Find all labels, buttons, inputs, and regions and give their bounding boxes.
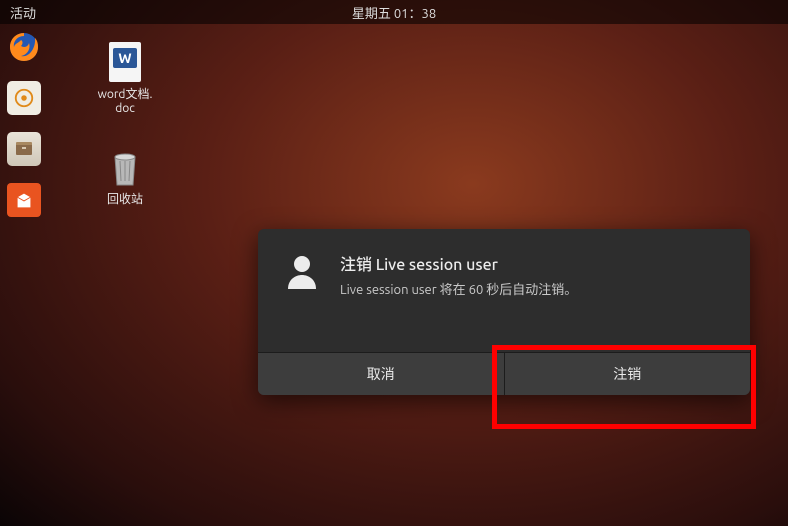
dock xyxy=(4,30,44,217)
dock-software-icon[interactable] xyxy=(7,183,41,217)
user-icon xyxy=(282,251,322,291)
svg-text:W: W xyxy=(118,50,131,66)
logout-button[interactable]: 注销 xyxy=(504,353,751,395)
dock-files-icon[interactable] xyxy=(7,132,41,166)
desktop-icon-word-doc[interactable]: W word文档. doc xyxy=(85,40,165,117)
dialog-body: 注销 Live session user Live session user 将… xyxy=(258,229,750,352)
desktop-icon-label: 回收站 xyxy=(107,193,143,207)
desktop-icons: W word文档. doc 回收站 xyxy=(85,40,165,207)
clock[interactable]: 星期五 01：38 xyxy=(352,3,436,22)
trash-icon xyxy=(105,145,145,189)
desktop-icon-trash[interactable]: 回收站 xyxy=(85,145,165,207)
top-bar: 活动 星期五 01：38 xyxy=(0,0,788,24)
dialog-subtitle: Live session user 将在 60 秒后自动注销。 xyxy=(340,279,577,298)
cancel-button[interactable]: 取消 xyxy=(258,353,504,395)
word-doc-icon: W xyxy=(105,40,145,84)
activities-button[interactable]: 活动 xyxy=(0,3,36,22)
dialog-text: 注销 Live session user Live session user 将… xyxy=(340,251,577,298)
dock-rhythmbox-icon[interactable] xyxy=(7,81,41,115)
dock-firefox-icon[interactable] xyxy=(7,30,41,64)
dialog-buttons: 取消 注销 xyxy=(258,352,750,395)
logout-dialog: 注销 Live session user Live session user 将… xyxy=(258,229,750,395)
dialog-title: 注销 Live session user xyxy=(340,251,577,275)
desktop-icon-label: word文档. doc xyxy=(98,88,153,117)
